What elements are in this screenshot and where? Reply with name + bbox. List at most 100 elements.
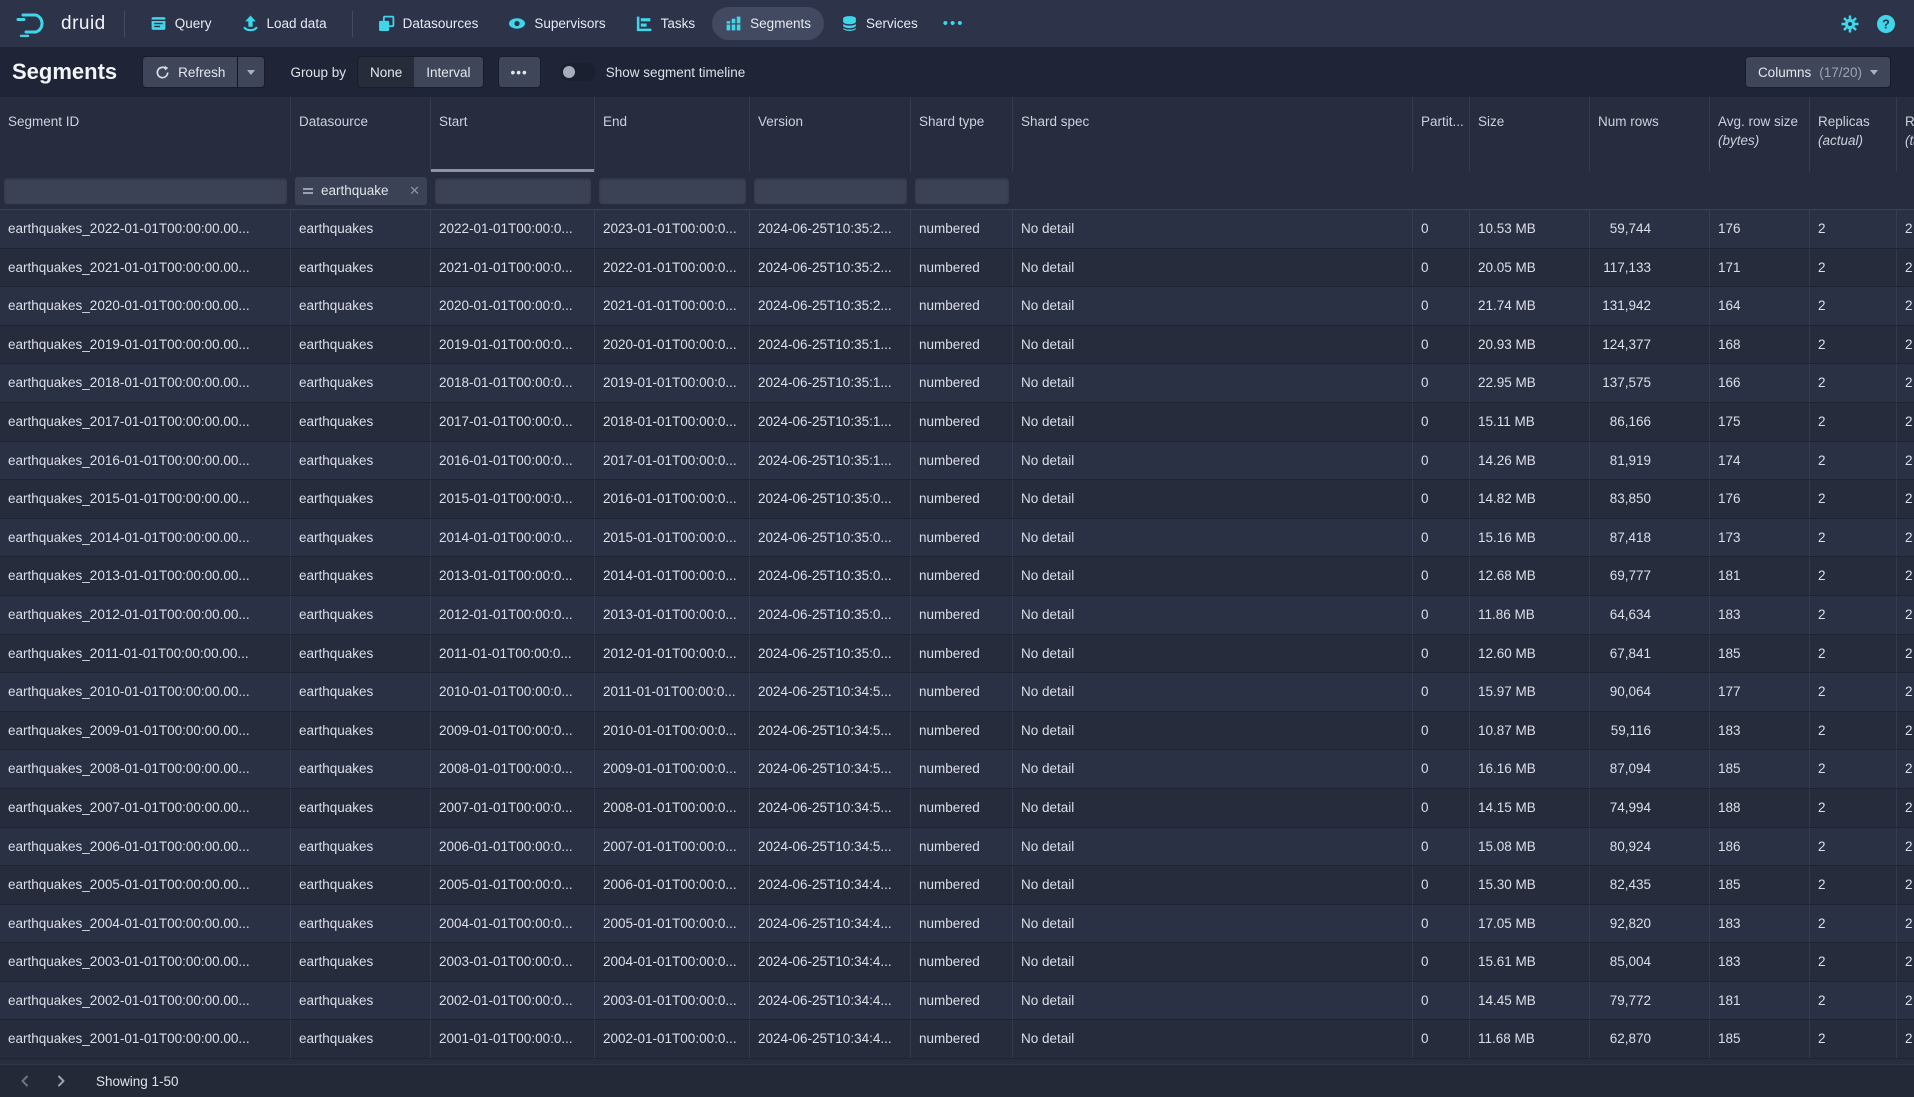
column-header-segment_id[interactable]: Segment ID [0, 97, 291, 172]
column-header-datasource[interactable]: Datasource [291, 97, 431, 172]
column-sublabel: (bytes) [1718, 131, 1801, 150]
cell-replication_factor: 2 [1897, 635, 1914, 673]
cell-replication_factor: 2 [1897, 789, 1914, 827]
cell-version: 2024-06-25T10:35:2... [750, 210, 911, 248]
filter-input-version[interactable] [754, 178, 907, 204]
previous-page-button[interactable] [10, 1068, 40, 1094]
chevron-down-icon [1870, 70, 1878, 75]
table-row[interactable]: earthquakes_2002-01-01T00:00:00.00...ear… [0, 982, 1914, 1021]
column-header-size[interactable]: Size [1470, 97, 1590, 172]
table-row[interactable]: earthquakes_2018-01-01T00:00:00.00...ear… [0, 364, 1914, 403]
column-header-shard_spec[interactable]: Shard spec [1013, 97, 1413, 172]
table-row[interactable]: earthquakes_2004-01-01T00:00:00.00...ear… [0, 905, 1914, 944]
cell-segment_id: earthquakes_2018-01-01T00:00:00.00... [0, 364, 291, 402]
header-more-button[interactable]: ••• [499, 57, 540, 87]
nav-item-query[interactable]: Query [137, 7, 225, 40]
cell-partition: 0 [1413, 789, 1470, 827]
cell-avg_row_size: 166 [1710, 364, 1810, 402]
next-page-button[interactable] [46, 1068, 76, 1094]
table-row[interactable]: earthquakes_2013-01-01T00:00:00.00...ear… [0, 557, 1914, 596]
nav-item-datasources[interactable]: Datasources [365, 7, 492, 40]
column-header-start[interactable]: Start [431, 97, 595, 172]
segment-timeline-toggle[interactable]: Show segment timeline [560, 63, 746, 81]
table-row[interactable]: earthquakes_2015-01-01T00:00:00.00...ear… [0, 480, 1914, 519]
cell-start: 2018-01-01T00:00:0... [431, 364, 595, 402]
column-header-replicas[interactable]: Replicas(actual) [1810, 97, 1897, 172]
column-header-num_rows[interactable]: Num rows [1590, 97, 1710, 172]
cell-shard_spec: No detail [1013, 905, 1413, 943]
cell-size: 12.68 MB [1470, 557, 1590, 595]
cell-end: 2007-01-01T00:00:0... [595, 828, 750, 866]
cell-start: 2005-01-01T00:00:0... [431, 866, 595, 904]
filter-input-end[interactable] [599, 178, 746, 204]
table-row[interactable]: earthquakes_2022-01-01T00:00:00.00...ear… [0, 210, 1914, 249]
table-row[interactable]: earthquakes_2014-01-01T00:00:00.00...ear… [0, 519, 1914, 558]
cell-shard_type: numbered [911, 828, 1013, 866]
cell-end: 2013-01-01T00:00:0... [595, 596, 750, 634]
remove-filter-icon[interactable]: ✕ [409, 183, 420, 199]
column-header-partition[interactable]: Partit... [1413, 97, 1470, 172]
table-row[interactable]: earthquakes_2005-01-01T00:00:00.00...ear… [0, 866, 1914, 905]
cell-num_rows: 86,166 [1590, 403, 1710, 441]
table-row[interactable]: earthquakes_2006-01-01T00:00:00.00...ear… [0, 828, 1914, 867]
table-row[interactable]: earthquakes_2021-01-01T00:00:00.00...ear… [0, 249, 1914, 288]
cell-start: 2007-01-01T00:00:0... [431, 789, 595, 827]
cell-avg_row_size: 185 [1710, 866, 1810, 904]
cell-version: 2024-06-25T10:34:5... [750, 750, 911, 788]
filter-input-shard_type[interactable] [915, 178, 1009, 204]
cell-num_rows: 87,418 [1590, 519, 1710, 557]
cell-datasource: earthquakes [291, 480, 431, 518]
toggle-track[interactable] [560, 63, 596, 81]
column-header-shard_type[interactable]: Shard type [911, 97, 1013, 172]
table-row[interactable]: earthquakes_2016-01-01T00:00:00.00...ear… [0, 442, 1914, 481]
column-header-end[interactable]: End [595, 97, 750, 172]
cell-size: 10.53 MB [1470, 210, 1590, 248]
table-row[interactable]: earthquakes_2011-01-01T00:00:00.00...ear… [0, 635, 1914, 674]
table-row[interactable]: earthquakes_2001-01-01T00:00:00.00...ear… [0, 1020, 1914, 1059]
nav-item-services[interactable]: Services [828, 7, 931, 40]
datasource-filter-tag[interactable]: earthquake✕ [295, 177, 427, 205]
group-by-option-none[interactable]: None [358, 57, 414, 87]
table-row[interactable]: earthquakes_2019-01-01T00:00:00.00...ear… [0, 326, 1914, 365]
cell-num_rows: 69,777 [1590, 557, 1710, 595]
cell-partition: 0 [1413, 249, 1470, 287]
cell-datasource: earthquakes [291, 943, 431, 981]
table-row[interactable]: earthquakes_2020-01-01T00:00:00.00...ear… [0, 287, 1914, 326]
cell-shard_type: numbered [911, 210, 1013, 248]
column-header-avg_row_size[interactable]: Avg. row size(bytes) [1710, 97, 1810, 172]
filter-cell-replicas [1810, 172, 1897, 209]
table-row[interactable]: earthquakes_2017-01-01T00:00:00.00...ear… [0, 403, 1914, 442]
cell-partition: 0 [1413, 403, 1470, 441]
cell-datasource: earthquakes [291, 210, 431, 248]
table-row[interactable]: earthquakes_2009-01-01T00:00:00.00...ear… [0, 712, 1914, 751]
column-header-replication_factor[interactable]: Replication factor(target) [1897, 97, 1914, 172]
refresh-button[interactable]: Refresh [143, 57, 237, 87]
table-row[interactable]: earthquakes_2012-01-01T00:00:00.00...ear… [0, 596, 1914, 635]
table-row[interactable]: earthquakes_2008-01-01T00:00:00.00...ear… [0, 750, 1914, 789]
nav-item-supervisors[interactable]: Supervisors [495, 7, 618, 40]
nav-item-segments[interactable]: Segments [712, 7, 824, 40]
druid-logo[interactable]: druid [14, 11, 114, 37]
cell-avg_row_size: 176 [1710, 210, 1810, 248]
table-row[interactable]: earthquakes_2003-01-01T00:00:00.00...ear… [0, 943, 1914, 982]
cell-partition: 0 [1413, 326, 1470, 364]
group-by-button-group: NoneInterval [358, 57, 483, 87]
cell-shard_type: numbered [911, 712, 1013, 750]
filter-input-start[interactable] [435, 178, 591, 204]
cell-shard_spec: No detail [1013, 712, 1413, 750]
refresh-options-button[interactable] [238, 57, 264, 87]
filter-input-segment_id[interactable] [4, 178, 287, 204]
cell-shard_type: numbered [911, 1020, 1013, 1058]
column-header-version[interactable]: Version [750, 97, 911, 172]
settings-gear-icon[interactable] [1840, 14, 1860, 34]
help-icon[interactable]: ? [1876, 14, 1896, 34]
columns-button[interactable]: Columns (17/20) [1746, 57, 1890, 87]
cell-replication_factor: 2 [1897, 403, 1914, 441]
nav-item-tasks[interactable]: Tasks [623, 7, 709, 40]
table-row[interactable]: earthquakes_2007-01-01T00:00:00.00...ear… [0, 789, 1914, 828]
nav-item-load-data[interactable]: Load data [229, 7, 340, 40]
cell-num_rows: 59,116 [1590, 712, 1710, 750]
nav-more-button[interactable]: ••• [933, 7, 975, 40]
group-by-option-interval[interactable]: Interval [414, 57, 482, 87]
table-row[interactable]: earthquakes_2010-01-01T00:00:00.00...ear… [0, 673, 1914, 712]
